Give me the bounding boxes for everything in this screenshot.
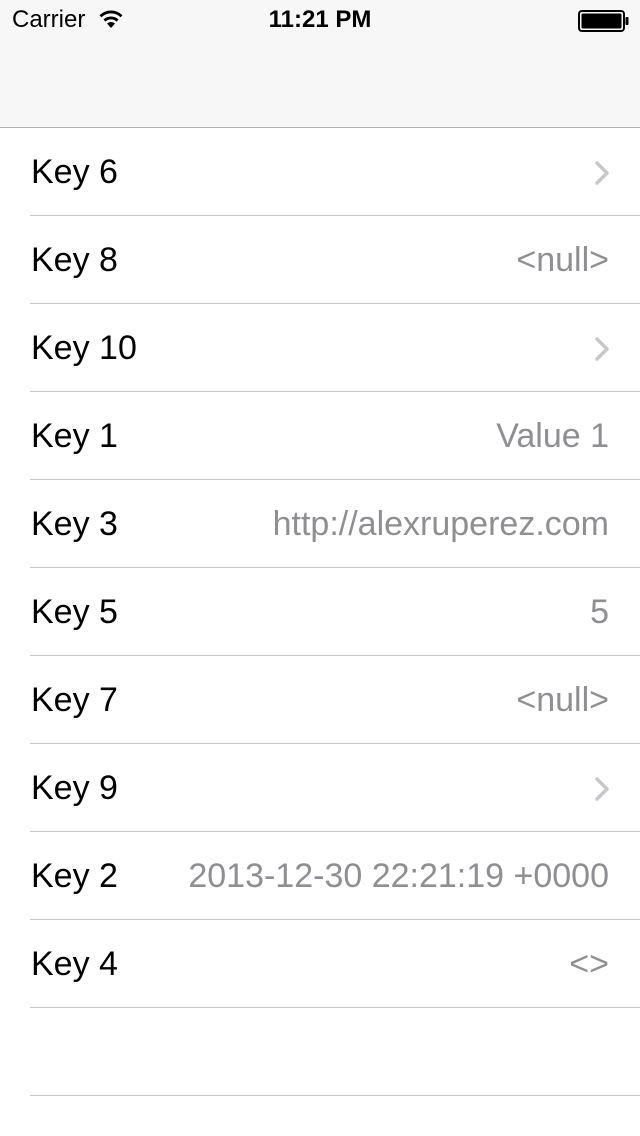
status-time: 11:21 PM bbox=[268, 6, 372, 33]
table-row: Key 1 Value 1 bbox=[0, 392, 640, 480]
table-row: Key 3 http://alexruperez.com bbox=[0, 480, 640, 568]
row-key-label: Key 1 bbox=[31, 417, 118, 455]
row-value-label: <> bbox=[569, 945, 609, 983]
chevron-right-icon bbox=[595, 337, 609, 361]
row-key-label: Key 10 bbox=[31, 329, 137, 367]
row-key-label: Key 6 bbox=[31, 153, 118, 191]
empty-table-row bbox=[0, 1008, 640, 1096]
row-value-label: http://alexruperez.com bbox=[272, 505, 609, 543]
row-value-label: Value 1 bbox=[496, 417, 609, 455]
table-row: Key 4 <> bbox=[0, 920, 640, 1008]
table-row: Key 5 5 bbox=[0, 568, 640, 656]
row-key-label: Key 8 bbox=[31, 241, 118, 279]
row-key-label: Key 3 bbox=[31, 505, 118, 543]
table-row: Key 8 <null> bbox=[0, 216, 640, 304]
row-key-label: Key 7 bbox=[31, 681, 118, 719]
chevron-right-icon bbox=[595, 161, 609, 185]
row-value-label: 5 bbox=[590, 593, 609, 631]
screen: Carrier 11:21 PM Key 6 Key 8 <null> Key 10 K… bbox=[0, 0, 640, 1136]
row-value-label: 2013-12-30 22:21:19 +0000 bbox=[188, 857, 609, 895]
table-row[interactable]: Key 10 bbox=[0, 304, 640, 392]
row-key-label: Key 9 bbox=[31, 769, 118, 807]
status-bar: Carrier 11:21 PM bbox=[0, 0, 640, 40]
battery-icon bbox=[578, 10, 629, 32]
table-row[interactable]: Key 9 bbox=[0, 744, 640, 832]
table-row[interactable]: Key 6 bbox=[0, 128, 640, 216]
key-value-table: Key 6 Key 8 <null> Key 10 Key 1 Value 1 Key 3 h… bbox=[0, 128, 640, 1096]
chevron-right-icon bbox=[595, 777, 609, 801]
row-key-label: Key 2 bbox=[31, 857, 118, 895]
row-value-label: <null> bbox=[516, 681, 609, 719]
navigation-bar: Carrier 11:21 PM bbox=[0, 0, 640, 128]
row-key-label: Key 5 bbox=[31, 593, 118, 631]
row-key-label: Key 4 bbox=[31, 945, 118, 983]
row-value-label: <null> bbox=[516, 241, 609, 279]
table-row: Key 2 2013-12-30 22:21:19 +0000 bbox=[0, 832, 640, 920]
table-row: Key 7 <null> bbox=[0, 656, 640, 744]
